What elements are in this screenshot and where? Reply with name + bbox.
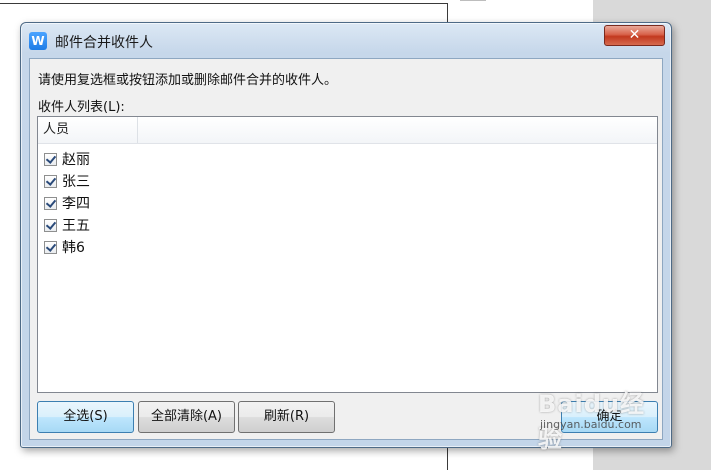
list-item[interactable]: 张三 [44, 170, 90, 192]
recipient-checkbox[interactable] [44, 152, 57, 166]
list-header: 人员 [38, 117, 657, 144]
recipient-name: 王五 [62, 218, 90, 234]
recipient-list[interactable]: 人员 赵丽 张三 李四 王五 韩6 [37, 116, 658, 393]
clear-all-button[interactable]: 全部清除(A) [138, 401, 235, 433]
watermark-url: jingyan.baidu.com [540, 418, 642, 431]
list-item[interactable]: 韩6 [44, 236, 90, 258]
select-all-button[interactable]: 全选(S) [37, 401, 134, 433]
recipient-name: 李四 [62, 196, 90, 212]
refresh-button[interactable]: 刷新(R) [238, 401, 335, 433]
baidu-watermark: Baidu经验 jingyan.baidu.com [538, 384, 668, 453]
title-bar[interactable]: W 邮件合并收件人 ✕ [21, 23, 671, 59]
list-item[interactable]: 李四 [44, 192, 90, 214]
wps-writer-icon: W [29, 32, 47, 50]
list-rows: 赵丽 张三 李四 王五 韩6 [44, 148, 90, 258]
recipient-checkbox[interactable] [44, 174, 57, 188]
dialog-client-area: 请使用复选框或按钮添加或删除邮件合并的收件人。 收件人列表(L): 人员 赵丽 … [29, 58, 663, 440]
recipient-checkbox[interactable] [44, 196, 57, 210]
close-button[interactable]: ✕ [604, 25, 665, 46]
column-header-person[interactable]: 人员 [38, 117, 138, 143]
recipient-checkbox[interactable] [44, 240, 57, 254]
list-item[interactable]: 赵丽 [44, 148, 90, 170]
ruler-line [460, 0, 486, 1]
recipient-name: 赵丽 [62, 152, 90, 168]
recipient-name: 韩6 [62, 240, 85, 256]
dialog-title: 邮件合并收件人 [55, 35, 153, 51]
instruction-text: 请使用复选框或按钮添加或删除邮件合并的收件人。 [38, 73, 338, 88]
list-item[interactable]: 王五 [44, 214, 90, 236]
page-border-top [0, 3, 448, 4]
recipient-name: 张三 [62, 174, 90, 190]
recipient-list-label: 收件人列表(L): [38, 100, 125, 115]
recipient-checkbox[interactable] [44, 218, 57, 232]
